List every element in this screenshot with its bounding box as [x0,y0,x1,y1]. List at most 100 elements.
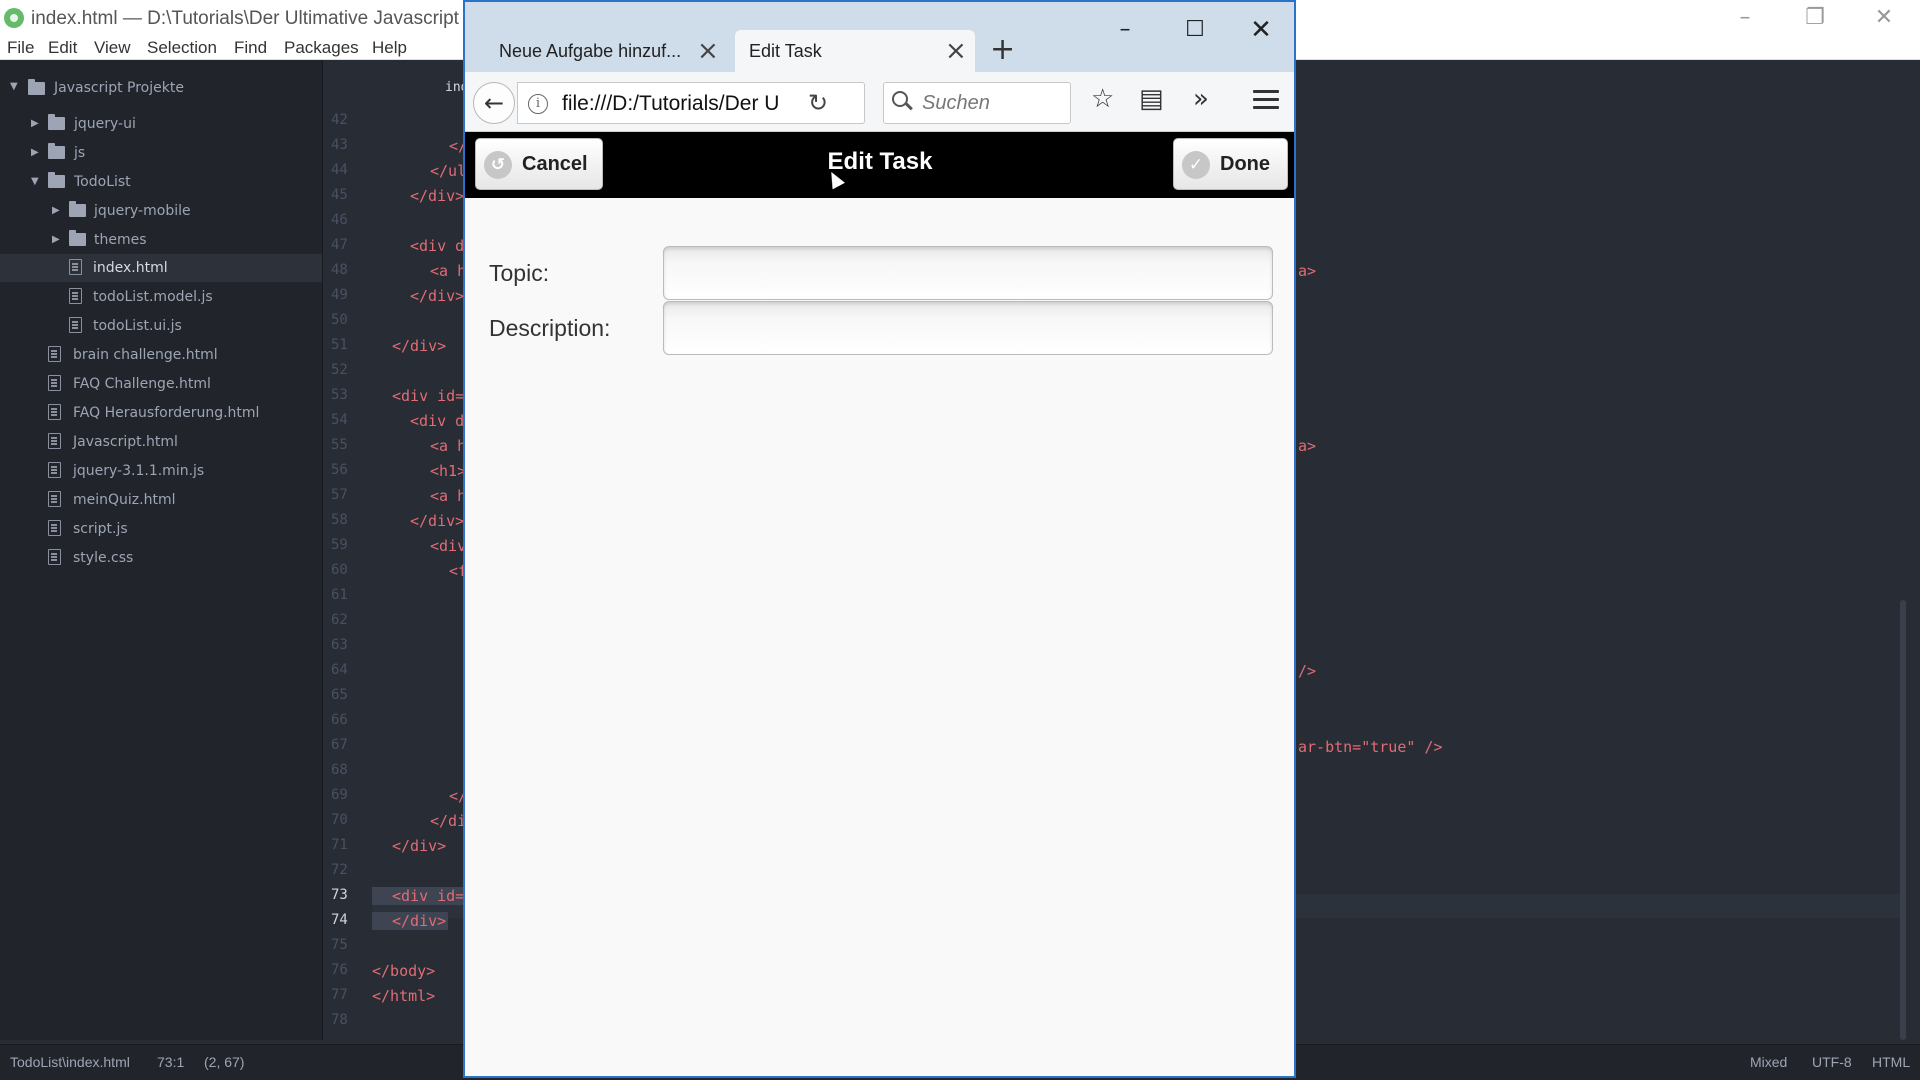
code-line-47: <div d [410,237,465,255]
clipboard-icon[interactable]: ▤ [1139,84,1164,114]
tree-item-jquery-ui[interactable]: ▶ jquery-ui [0,110,322,138]
tree-item-meinquiz[interactable]: meinQuiz.html [0,486,322,514]
folder-icon [69,201,86,217]
tree-item-label: themes [94,232,147,248]
editor-scrollbar[interactable] [1900,600,1906,1040]
line-number: 65 [331,687,348,703]
tree-item-label: jquery-3.1.1.min.js [73,463,205,479]
editor-close-button[interactable]: ✕ [1864,4,1904,32]
status-encoding[interactable]: UTF-8 [1812,1054,1852,1070]
url-bar[interactable]: i file:///D:/Tutorials/Der U ↻ [517,82,865,124]
code-line-44: </ul [430,162,467,180]
status-file-path[interactable]: TodoList\index.html [10,1054,130,1070]
menu-selection[interactable]: Selection [147,38,217,58]
chevron-right-icon: ▶ [52,234,60,245]
code-line-74: </div> [372,912,448,930]
browser-navigation-bar: ← i file:///D:/Tutorials/Der U ↻ Suchen … [465,72,1294,132]
check-icon: ✓ [1182,151,1210,179]
tree-item-style-css[interactable]: style.css [0,544,322,572]
status-cursor-position[interactable]: 73:1 [157,1054,184,1070]
tree-item-brain-challenge[interactable]: brain challenge.html [0,341,322,369]
folder-icon [69,230,86,246]
close-tab-icon[interactable]: × [697,36,719,66]
line-number: 74 [331,912,348,928]
browser-close-button[interactable]: ✕ [1241,10,1281,50]
chevron-right-icon: ▶ [31,147,39,158]
info-icon[interactable]: i [528,94,548,114]
back-arrow-icon[interactable]: ← [473,82,515,124]
new-tab-plus-icon[interactable]: + [990,32,1015,67]
menu-view[interactable]: View [94,38,131,58]
hamburger-menu-icon[interactable] [1253,90,1279,110]
file-icon [69,259,82,275]
tree-item-javascript-html[interactable]: Javascript.html [0,428,322,456]
line-number: 64 [331,662,348,678]
status-grammar[interactable]: HTML [1872,1054,1910,1070]
line-number: 75 [331,937,348,953]
folder-icon [28,79,45,95]
status-line-ending[interactable]: Mixed [1750,1054,1787,1070]
tree-item-js[interactable]: ▶ js [0,139,322,167]
project-tree: ▼ Javascript Projekte ▶ jquery-ui ▶ js ▼… [0,60,322,1040]
line-number: 42 [331,112,348,128]
line-number: 69 [331,787,348,803]
tree-item-index-html[interactable]: index.html [0,254,322,282]
search-box[interactable]: Suchen [883,82,1071,124]
editor-window-title: index.html — D:\Tutorials\Der Ultimative… [31,8,496,29]
file-icon [48,462,61,478]
tree-item-label: index.html [93,260,168,276]
browser-maximize-button[interactable]: ☐ [1175,10,1215,50]
menu-help[interactable]: Help [372,38,407,58]
close-tab-icon[interactable]: × [945,36,967,66]
tree-item-jquery-min[interactable]: jquery-3.1.1.min.js [0,457,322,485]
line-number: 55 [331,437,348,453]
tree-item-faq-herausforderung[interactable]: FAQ Herausforderung.html [0,399,322,427]
tree-item-themes[interactable]: ▶ themes [0,226,322,254]
tree-item-todolist-model[interactable]: todoList.model.js [0,283,322,311]
code-line-48: <a h [430,262,467,280]
url-text[interactable]: file:///D:/Tutorials/Der U [562,92,780,116]
browser-minimize-button[interactable]: – [1105,10,1145,50]
code-line-58: </div> [410,512,465,530]
line-number: 60 [331,562,348,578]
menu-find[interactable]: Find [234,38,267,58]
tree-item-label: FAQ Challenge.html [73,376,211,392]
tree-item-jquery-mobile[interactable]: ▶ jquery-mobile [0,197,322,225]
line-number: 54 [331,412,348,428]
tree-item-todolist[interactable]: ▼ TodoList [0,168,322,196]
line-number: 77 [331,987,348,1003]
tree-item-label: FAQ Herausforderung.html [73,405,260,421]
tree-item-todolist-ui[interactable]: todoList.ui.js [0,312,322,340]
line-number: 44 [331,162,348,178]
description-label: Description: [489,315,611,341]
reload-icon[interactable]: ↻ [808,89,828,117]
bookmark-star-icon[interactable]: ☆ [1091,84,1114,114]
menu-edit[interactable]: Edit [48,38,77,58]
code-line-54: <div d [410,412,465,430]
code-line-51: </div> [392,337,447,355]
atom-logo-icon [4,8,24,28]
menu-packages[interactable]: Packages [284,38,359,58]
menu-file[interactable]: File [7,38,34,58]
description-input[interactable] [663,301,1273,355]
editor-minimize-button[interactable]: – [1725,4,1765,32]
status-selection-count: (2, 67) [204,1054,245,1070]
tab-edit-task[interactable]: Edit Task × [735,30,975,72]
code-line-70: </di [430,812,467,830]
tree-item-label: todoList.ui.js [93,318,182,334]
tab-neue-aufgabe[interactable]: Neue Aufgabe hinzuf... × [485,30,747,72]
editor-restore-button[interactable]: ❐ [1795,4,1835,32]
folder-icon [48,143,65,159]
line-number: 50 [331,312,348,328]
cancel-button[interactable]: ↺ Cancel [475,138,603,190]
file-icon [69,317,82,333]
tree-item-faq-challenge[interactable]: FAQ Challenge.html [0,370,322,398]
code-line-59: <div [430,537,467,555]
chevron-down-icon: ▼ [31,176,39,187]
tree-item-script-js[interactable]: script.js [0,515,322,543]
overflow-chevrons-icon[interactable]: » [1193,84,1209,114]
topic-input[interactable] [663,246,1273,300]
done-button[interactable]: ✓ Done [1173,138,1288,190]
file-icon [48,346,61,362]
line-number: 68 [331,762,348,778]
